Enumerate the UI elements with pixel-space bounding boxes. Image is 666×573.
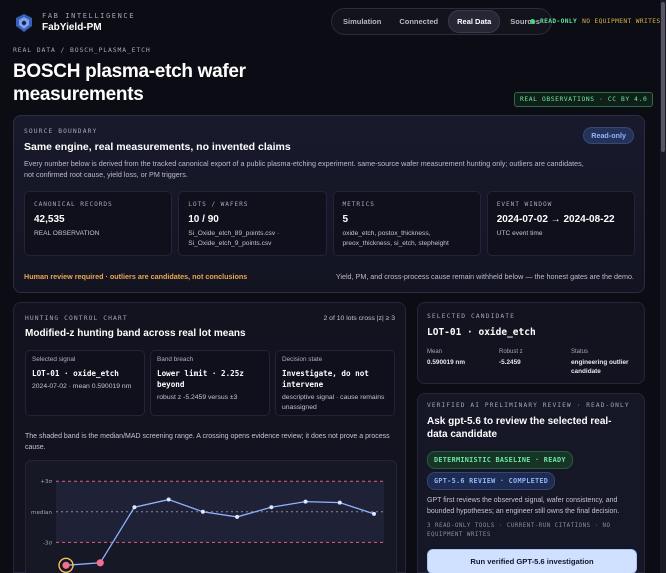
data-point <box>132 505 137 510</box>
tab-simulation[interactable]: Simulation <box>335 11 389 32</box>
page-scrollbar[interactable] <box>660 0 666 573</box>
stat-label: EVENT WINDOW <box>496 201 553 208</box>
data-point <box>372 511 376 516</box>
hunting-title: Modified-z hunting band across real lot … <box>25 328 246 339</box>
outlier-point <box>62 561 70 569</box>
brand-name: FabYield-PM <box>42 22 102 33</box>
data-point <box>337 500 342 505</box>
ai-review-meta: 3 READ-ONLY TOOLS · CURRENT-RUN CITATION… <box>427 523 611 538</box>
card-label: Selected signal <box>32 356 76 363</box>
hunting-cards: Selected signal LOT-01 · oxide_etch 2024… <box>25 350 395 416</box>
card-label: Decision state <box>282 356 323 363</box>
y-tick-label: -3σ <box>43 540 53 546</box>
ai-review-kicker: VERIFIED AI PRELIMINARY REVIEW · READ-ON… <box>427 402 630 409</box>
withheld-note: Yield, PM, and cross-process cause remai… <box>335 272 634 281</box>
ai-review-panel: VERIFIED AI PRELIMINARY REVIEW · READ-ON… <box>417 393 645 573</box>
card-band-breach: Band breach Lower limit · 2.25z beyond r… <box>150 350 270 416</box>
top-nav: Simulation Connected Real Data Sources <box>331 8 552 35</box>
stat-canonical-records: CANONICAL RECORDS 42,535 REAL OBSERVATIO… <box>24 191 173 256</box>
card-label: Band breach <box>157 356 194 363</box>
candidate-kicker: SELECTED CANDIDATE <box>427 313 516 320</box>
candidate-details: Mean 0.590019 nm Robust z -5.2459 Status… <box>427 349 643 376</box>
detail-label: Status <box>571 349 589 355</box>
status-dot-icon <box>530 19 535 24</box>
candidate-title: LOT-01 · oxide_etch <box>427 327 536 338</box>
hunting-panel: HUNTING CONTROL CHART 2 of 10 lots cross… <box>13 302 406 573</box>
card-selected-signal: Selected signal LOT-01 · oxide_etch 2024… <box>25 350 145 416</box>
ai-review-title: Ask gpt-5.6 to review the selected real-… <box>427 416 612 440</box>
stats-row: CANONICAL RECORDS 42,535 REAL OBSERVATIO… <box>24 191 635 256</box>
screening-band <box>56 481 384 543</box>
source-boundary-panel: SOURCE BOUNDARY Same engine, real measur… <box>13 115 645 293</box>
stat-sub: Si_Oxide_etch_89_points.csv · Si_Oxide_e… <box>188 230 280 247</box>
stat-sub: REAL OBSERVATION <box>34 230 100 237</box>
breadcrumb: REAL DATA / BOSCH_PLASMA_ETCH <box>13 46 151 54</box>
source-boundary-kicker: SOURCE BOUNDARY <box>24 128 98 135</box>
stat-label: METRICS <box>342 201 375 208</box>
detail-label: Robust z <box>499 349 523 355</box>
data-point <box>166 497 171 502</box>
human-review-warning: Human review required · outliers are can… <box>24 272 248 281</box>
tab-real-data[interactable]: Real Data <box>448 10 501 33</box>
selected-candidate-panel: SELECTED CANDIDATE LOT-01 · oxide_etch M… <box>417 302 645 384</box>
outlier-point <box>96 559 104 567</box>
review-status-badge: GPT-5.6 REVIEW · COMPLETED <box>427 472 556 490</box>
stat-label: LOTS / WAFERS <box>188 201 249 208</box>
stat-value: 2024-07-02 → 2024-08-22 <box>496 214 615 225</box>
detail-label: Mean <box>427 349 443 355</box>
scrollbar-thumb[interactable] <box>661 2 665 152</box>
card-value: LOT-01 · oxide_etch <box>32 369 119 378</box>
card-value: Investigate, do not intervene <box>282 369 369 389</box>
card-sub: robust z -5.2459 versus ±3 <box>157 394 238 401</box>
candidate-mean: Mean 0.590019 nm <box>427 349 499 376</box>
source-boundary-description: Every number below is derived from the t… <box>24 159 584 179</box>
y-tick-label: +3σ <box>40 479 52 485</box>
detail-value: engineering outlier candidate <box>571 359 629 375</box>
ai-review-description: GPT first reviews the observed signal, w… <box>427 497 620 515</box>
control-chart-svg: +3σ median -3σ <box>31 479 384 573</box>
read-only-badge: Read-only <box>583 127 634 144</box>
source-boundary-title: Same engine, real measurements, no inven… <box>24 141 291 153</box>
stat-value: 5 <box>342 214 349 225</box>
stat-value: 10 / 90 <box>188 214 219 225</box>
brand-logo-icon <box>16 13 32 32</box>
stat-metrics: METRICS 5 oxide_etch, postox_thickness, … <box>332 191 481 256</box>
hunting-count: 2 of 10 lots cross |z| ≥ 3 <box>323 315 395 322</box>
card-sub: 2024-07-02 · mean 0.590019 nm <box>32 383 132 390</box>
data-point <box>269 505 274 510</box>
stat-sub: oxide_etch, postox_thickness, preox_thic… <box>342 230 449 247</box>
license-badge: REAL OBSERVATIONS · CC BY 4.0 <box>514 92 654 107</box>
detail-value: -5.2459 <box>499 359 521 366</box>
tab-connected[interactable]: Connected <box>391 11 446 32</box>
run-investigation-button[interactable]: Run verified GPT-5.6 investigation <box>427 549 637 573</box>
candidate-status: Status engineering outlier candidate <box>571 349 643 376</box>
y-tick-label: median <box>31 510 52 516</box>
status-secondary: NO EQUIPMENT WRITES <box>582 18 661 25</box>
stat-event-window: EVENT WINDOW 2024-07-02 → 2024-08-22 UTC… <box>486 191 635 256</box>
data-point <box>303 499 308 504</box>
brand: FAB INTELLIGENCE FabYield-PM <box>16 12 135 33</box>
detail-value: 0.590019 nm <box>427 359 466 366</box>
data-point <box>200 509 205 514</box>
control-chart: +3σ median -3σ <box>25 460 397 573</box>
card-sub: descriptive signal · cause remains unass… <box>282 394 385 411</box>
stat-lots-wafers: LOTS / WAFERS 10 / 90 Si_Oxide_etch_89_p… <box>178 191 327 256</box>
candidate-robust-z: Robust z -5.2459 <box>499 349 571 376</box>
hunting-kicker: HUNTING CONTROL CHART <box>25 315 128 322</box>
baseline-status-badge: DETERMINISTIC BASELINE · READY <box>427 451 573 469</box>
stat-sub: UTC event time <box>496 230 543 237</box>
status-primary: READ-ONLY <box>540 18 578 25</box>
status-indicator: READ-ONLY NO EQUIPMENT WRITES <box>530 18 661 25</box>
brand-kicker: FAB INTELLIGENCE <box>42 12 136 20</box>
page-title: BOSCH plasma-etch wafer measurements <box>13 61 246 105</box>
data-point <box>235 514 240 519</box>
hunting-description: The shaded band is the median/MAD screen… <box>25 433 390 451</box>
card-decision-state: Decision state Investigate, do not inter… <box>275 350 395 416</box>
stat-value: 42,535 <box>34 214 65 225</box>
stat-label: CANONICAL RECORDS <box>34 201 113 208</box>
card-value: Lower limit · 2.25z beyond <box>157 369 244 389</box>
